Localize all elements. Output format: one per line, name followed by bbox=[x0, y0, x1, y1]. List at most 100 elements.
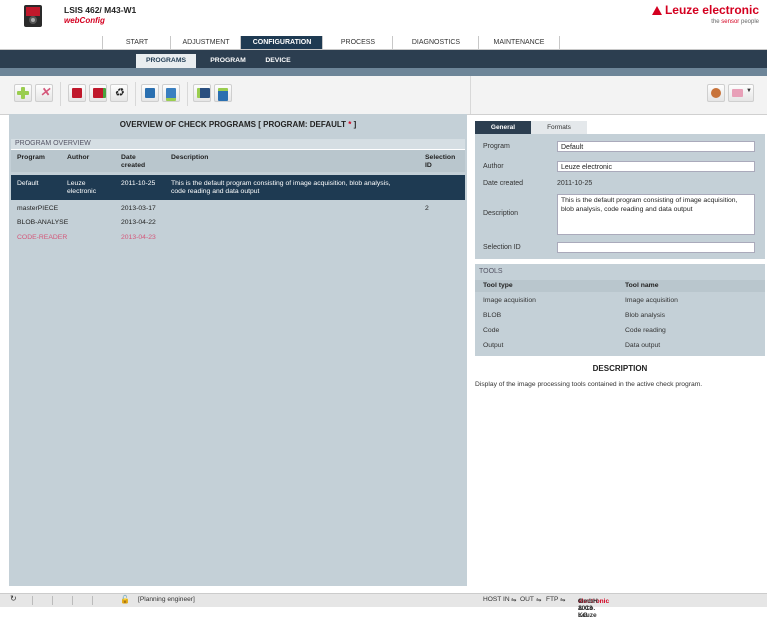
table-row[interactable]: Default Leuze electronic 2011-10-25 This… bbox=[11, 175, 465, 200]
program-import-icon bbox=[93, 88, 106, 98]
device-upload-button[interactable] bbox=[193, 84, 211, 102]
tab-adjustment[interactable]: ADJUSTMENT bbox=[170, 36, 241, 49]
row-date: 2011-10-25 bbox=[121, 180, 156, 187]
device-download-icon bbox=[218, 88, 228, 101]
device-upload-icon bbox=[197, 88, 210, 98]
device-title: LSIS 462/ M43-W1 bbox=[64, 5, 137, 15]
brand-name: Leuze electronic bbox=[664, 3, 759, 17]
tool-type: Output bbox=[483, 342, 504, 349]
out-icon: ⇋ bbox=[536, 597, 542, 604]
tools-table-header: Tool type Tool name bbox=[475, 280, 765, 292]
add-program-button[interactable] bbox=[14, 84, 32, 102]
col-selection-id[interactable]: Selection ID bbox=[425, 154, 461, 170]
row-description: This is the default program consisting o… bbox=[171, 180, 391, 195]
user-role: [Planning engineer] bbox=[138, 596, 195, 603]
tool-name: Blob analysis bbox=[625, 312, 666, 319]
tool-name: Code reading bbox=[625, 327, 666, 334]
program-export-button[interactable] bbox=[68, 84, 86, 102]
row-program: masterPIECE bbox=[17, 205, 59, 212]
device-download-button[interactable] bbox=[214, 84, 232, 102]
author-field[interactable]: Leuze electronic bbox=[557, 161, 755, 172]
overview-title-end: ] bbox=[351, 120, 357, 129]
refresh-icon[interactable]: ↻ bbox=[10, 594, 17, 603]
table-row[interactable]: BLOB-ANALYSE 2013-04-22 bbox=[11, 216, 465, 230]
copyright-post: GmbH & Co. KG bbox=[578, 598, 598, 619]
program-export-icon bbox=[72, 88, 82, 98]
selection-id-label: Selection ID bbox=[483, 244, 521, 251]
toolbar-divider bbox=[60, 82, 61, 106]
overview-title: OVERVIEW OF CHECK PROGRAMS [ PROGRAM: DE… bbox=[9, 120, 467, 129]
tab-formats[interactable]: Formats bbox=[531, 121, 587, 134]
program-label: Program bbox=[483, 143, 510, 150]
recycle-button[interactable]: ♻ bbox=[110, 84, 128, 102]
subtab-device[interactable]: DEVICE bbox=[258, 54, 298, 68]
row-program: BLOB-ANALYSE bbox=[17, 219, 69, 226]
program-overview-header: PROGRAM OVERVIEW bbox=[11, 139, 465, 150]
program-name-field[interactable]: Default bbox=[557, 141, 755, 152]
add-icon-h bbox=[17, 91, 29, 95]
download-button[interactable] bbox=[162, 84, 180, 102]
slogan-accent: sensor bbox=[721, 19, 740, 25]
tool-type: BLOB bbox=[483, 312, 502, 319]
selection-id-field[interactable] bbox=[557, 242, 755, 253]
description-label: Description bbox=[483, 210, 519, 217]
user-button[interactable] bbox=[707, 84, 725, 102]
sub-nav-strip bbox=[0, 68, 767, 76]
tab-start[interactable]: START bbox=[102, 36, 171, 49]
delete-program-button[interactable]: ✕ bbox=[35, 84, 53, 102]
app-name: webConfig bbox=[64, 16, 105, 25]
tab-configuration[interactable]: CONFIGURATION bbox=[240, 36, 323, 49]
row-date: 2013-04-22 bbox=[121, 219, 156, 226]
row-date: 2013-03-17 bbox=[121, 205, 156, 212]
tab-general[interactable]: General bbox=[475, 121, 531, 134]
row-program: CODE-READER bbox=[17, 234, 68, 241]
row-author: Leuze electronic bbox=[67, 180, 97, 195]
unlock-icon[interactable]: 🔓 bbox=[120, 595, 130, 604]
subtab-program[interactable]: PROGRAM bbox=[200, 54, 256, 68]
host-in-label: HOST IN bbox=[483, 596, 510, 603]
language-select[interactable]: ▼ bbox=[728, 84, 754, 102]
delete-icon: ✕ bbox=[40, 85, 51, 99]
slogan-prefix: the bbox=[711, 19, 722, 25]
col-description[interactable]: Description bbox=[171, 154, 208, 162]
device-image bbox=[22, 4, 44, 28]
tools-label: TOOLS bbox=[479, 268, 503, 275]
toolbar-divider bbox=[187, 82, 188, 106]
row-selection-id: 2 bbox=[425, 205, 429, 212]
upload-button[interactable] bbox=[141, 84, 159, 102]
details-tabs: General Formats bbox=[475, 121, 765, 134]
tab-maintenance[interactable]: MAINTENANCE bbox=[478, 36, 560, 49]
date-created-value: 2011-10-25 bbox=[557, 180, 593, 187]
description-text: Display of the image processing tools co… bbox=[475, 381, 703, 388]
status-divider bbox=[92, 596, 93, 605]
tools-panel bbox=[475, 264, 765, 356]
status-divider bbox=[52, 596, 53, 605]
brand-slogan: the sensor people bbox=[711, 19, 759, 25]
tool-type: Code bbox=[483, 327, 500, 334]
row-program: Default bbox=[17, 180, 39, 187]
out-label: OUT bbox=[520, 596, 534, 603]
program-import-button[interactable] bbox=[89, 84, 107, 102]
tab-process[interactable]: PROCESS bbox=[322, 36, 393, 49]
language-flag-icon bbox=[732, 89, 743, 97]
description-title: DESCRIPTION bbox=[592, 364, 648, 373]
col-program[interactable]: Program bbox=[17, 154, 45, 162]
subtab-programs[interactable]: PROGRAMS bbox=[136, 54, 196, 68]
status-divider bbox=[72, 596, 73, 605]
toolbar-divider bbox=[135, 82, 136, 106]
col-tool-type: Tool type bbox=[483, 282, 513, 289]
description-field[interactable]: This is the default program consisting o… bbox=[557, 194, 755, 235]
col-tool-name: Tool name bbox=[625, 282, 659, 289]
table-row[interactable]: masterPIECE 2013-03-17 2 bbox=[11, 202, 465, 216]
table-row[interactable]: CODE-READER 2013-04-23 bbox=[11, 231, 465, 245]
header: LSIS 462/ M43-W1 webConfig Leuze electro… bbox=[0, 0, 767, 36]
col-author[interactable]: Author bbox=[67, 154, 89, 162]
tab-diagnostics[interactable]: DIAGNOSTICS bbox=[392, 36, 479, 49]
program-overview-label: PROGRAM OVERVIEW bbox=[15, 140, 91, 147]
col-date-created[interactable]: Date created bbox=[121, 154, 155, 170]
row-date: 2013-04-23 bbox=[121, 234, 156, 241]
slogan-suffix: people bbox=[739, 19, 759, 25]
tool-type: Image acquisition bbox=[483, 297, 536, 304]
chevron-down-icon: ▼ bbox=[746, 88, 752, 94]
author-label: Author bbox=[483, 163, 504, 170]
